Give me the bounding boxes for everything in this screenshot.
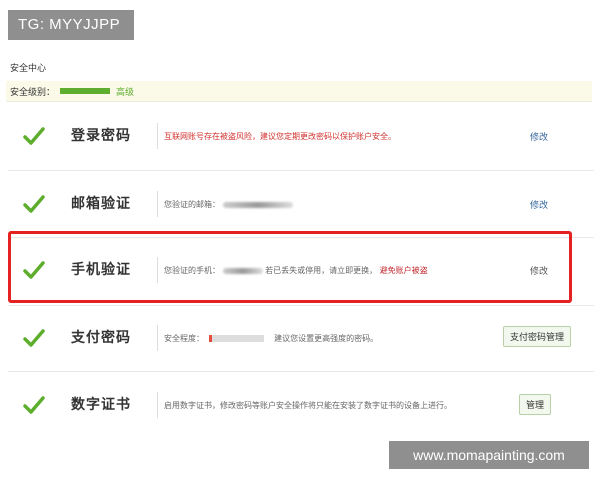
item-title: 登录密码: [71, 128, 131, 144]
security-item-email: 邮箱验证 您验证的邮箱： 修改: [8, 171, 594, 237]
check-icon: [23, 195, 45, 213]
modify-login-password-link[interactable]: 修改: [530, 130, 548, 143]
desc-suffix: 建议您设置更高强度的密码。: [274, 334, 379, 343]
item-title: 支付密码: [71, 330, 131, 346]
security-item-digital-certificate: 数字证书 启用数字证书，修改密码等账户安全操作将只能在安装了数字证书的设备上进行…: [8, 372, 594, 438]
item-description: 启用数字证书，修改密码等账户安全操作将只能在安装了数字证书的设备上进行。: [164, 401, 452, 410]
item-description: 互联网账号存在被盗风险，建议您定期更改密码以保护账户安全。: [164, 132, 396, 141]
divider: [157, 392, 158, 418]
payment-password-manage-button[interactable]: 支付密码管理: [503, 326, 572, 347]
page-title: 安全中心: [10, 64, 47, 74]
item-title: 邮箱验证: [71, 196, 131, 212]
redacted-email: [222, 201, 293, 208]
highlight-frame: [8, 231, 572, 303]
tg-badge: TG: MYYJJPP: [8, 10, 134, 40]
divider: [157, 325, 158, 351]
security-item-login-password: 登录密码 互联网账号存在被盗风险，建议您定期更改密码以保护账户安全。 修改: [8, 103, 594, 169]
item-description: 安全程度： 建议您设置更高强度的密码。: [164, 333, 378, 344]
divider: [157, 123, 158, 149]
check-icon: [23, 127, 45, 145]
security-level-value: 高级: [116, 88, 135, 98]
certificate-manage-button[interactable]: 管理: [519, 394, 552, 415]
modify-email-link[interactable]: 修改: [530, 198, 548, 211]
security-level-bar: 安全级别： 高级: [6, 81, 592, 102]
desc-prefix: 安全程度：: [164, 334, 204, 343]
desc-prefix: 您验证的邮箱：: [164, 200, 220, 209]
item-description: 您验证的邮箱：: [164, 199, 293, 210]
security-item-payment-password: 支付密码 安全程度： 建议您设置更高强度的密码。 支付密码管理: [8, 305, 594, 371]
check-icon: [23, 329, 45, 347]
security-level-label: 安全级别：: [10, 88, 56, 98]
watermark: www.momapainting.com: [389, 441, 589, 469]
check-icon: [23, 396, 45, 414]
password-strength-meter: [208, 335, 264, 342]
security-level-meter: [60, 88, 110, 94]
divider: [157, 191, 158, 217]
item-title: 数字证书: [71, 397, 131, 413]
